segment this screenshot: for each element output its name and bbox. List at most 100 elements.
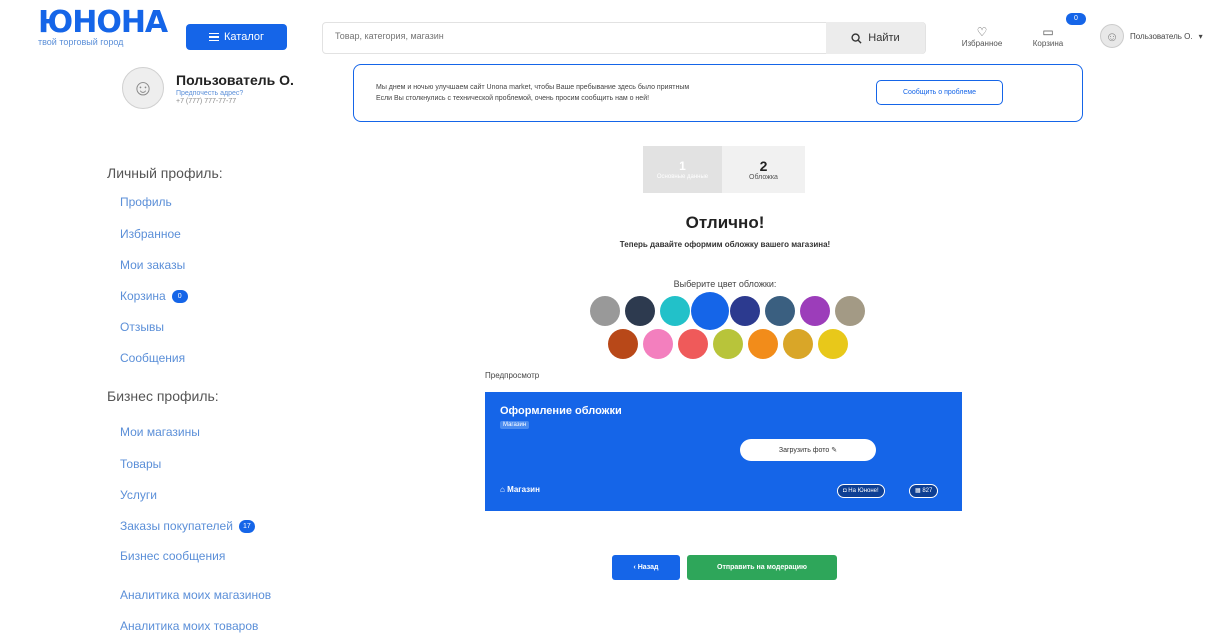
- catalog-label: Каталог: [224, 31, 264, 43]
- back-button[interactable]: ‹ Назад: [612, 555, 680, 580]
- step-2-label: Обложка: [749, 173, 778, 181]
- favorites-link[interactable]: ♡ Избранное: [952, 25, 1012, 49]
- sidebar-item-label: Корзина: [120, 289, 166, 303]
- business-profile-title: Бизнес профиль:: [107, 388, 219, 404]
- search-button[interactable]: Найти: [826, 22, 925, 54]
- sidebar-item-label: Услуги: [120, 488, 157, 502]
- menu-icon: [209, 33, 219, 41]
- step-2: 2 Обложка: [722, 146, 805, 193]
- cover-pill-on-unona: ◘ На Юноне!: [837, 484, 885, 498]
- sidebar-item-label: Отзывы: [120, 320, 164, 334]
- color-swatch[interactable]: [835, 296, 865, 326]
- paperclip-icon: ✎: [829, 447, 838, 454]
- cover-pill-count: ▦ 827: [909, 484, 939, 498]
- color-swatch[interactable]: [691, 292, 729, 330]
- sidebar-item-product-analytics[interactable]: Аналитика моих товаров: [120, 619, 258, 633]
- notice-banner: Мы днем и ночью улучшаем сайт Unona mark…: [353, 64, 1083, 122]
- user-menu[interactable]: ☺ Пользователь О. ▾: [1100, 24, 1203, 48]
- cover-tag: Магазин: [500, 421, 530, 429]
- notice-line-2: Если Вы столкнулись с технической пробле…: [376, 95, 650, 102]
- color-swatch[interactable]: [608, 329, 638, 359]
- sidebar-item-profile[interactable]: Профиль: [120, 195, 172, 209]
- color-swatch[interactable]: [748, 329, 778, 359]
- cover-pill-text: На Юноне!: [848, 488, 879, 494]
- color-picker-label: Выберите цвет обложки:: [673, 279, 777, 289]
- page: ЮНОНА твой торговый город Каталог Найти …: [0, 0, 1218, 635]
- search-icon: [851, 32, 862, 44]
- sidebar-item-label: Сообщения: [120, 351, 186, 365]
- cover-shop-text: Магазин: [507, 485, 540, 494]
- customer-orders-badge: 17: [238, 519, 255, 533]
- sidebar-item-cart[interactable]: Корзина 0: [120, 289, 188, 303]
- sidebar-item-label: Бизнес сообщения: [120, 549, 226, 563]
- sidebar-item-label: Аналитика моих товаров: [120, 619, 259, 633]
- sidebar-item-my-shops[interactable]: Мои магазины: [120, 425, 200, 439]
- profile-name: Пользователь О.: [176, 71, 294, 88]
- sidebar-item-customer-orders[interactable]: Заказы покупателей 17: [120, 519, 255, 533]
- grid-icon: ▦: [915, 488, 921, 494]
- cover-preview: Оформление обложки Магазин Загрузить фот…: [485, 392, 962, 511]
- sidebar-item-messages[interactable]: Сообщения: [120, 351, 185, 365]
- cart-badge: 0: [171, 289, 188, 303]
- color-swatch[interactable]: [625, 296, 655, 326]
- user-name: Пользователь О.: [1130, 31, 1193, 41]
- sidebar-item-label: Заказы покупателей: [120, 519, 233, 533]
- sidebar-item-label: Аналитика моих магазинов: [120, 588, 272, 602]
- catalog-button[interactable]: Каталог: [186, 24, 287, 50]
- cart-icon: ▭: [1042, 25, 1054, 39]
- sidebar-item-reviews[interactable]: Отзывы: [120, 320, 164, 334]
- camera-icon: ◘: [843, 488, 847, 494]
- page-title: Отлично!: [685, 213, 765, 232]
- report-problem-button[interactable]: Сообщить о проблеме: [876, 80, 1003, 105]
- profile-subtitle-link[interactable]: Предпочесть адрес?: [176, 90, 294, 97]
- color-swatch[interactable]: [590, 296, 620, 326]
- cover-title: Оформление обложки: [500, 405, 622, 417]
- color-swatch[interactable]: [783, 329, 813, 359]
- sidebar-item-shop-analytics[interactable]: Аналитика моих магазинов: [120, 588, 271, 602]
- step-1[interactable]: 1 Основные данные: [643, 146, 722, 193]
- step-1-label: Основные данные: [656, 173, 709, 180]
- page-subtitle: Теперь давайте оформим обложку вашего ма…: [619, 240, 831, 249]
- search-input[interactable]: [335, 31, 815, 41]
- notice-text: Мы днем и ночью улучшаем сайт Unona mark…: [376, 82, 836, 104]
- color-swatch[interactable]: [678, 329, 708, 359]
- cart-count-badge: 0: [1066, 13, 1086, 25]
- preview-label: Предпросмотр: [485, 371, 540, 380]
- color-swatch[interactable]: [660, 296, 690, 326]
- color-swatch[interactable]: [643, 329, 673, 359]
- profile-avatar[interactable]: ☺: [122, 67, 164, 109]
- heart-icon: ♡: [976, 25, 988, 39]
- step-1-number: 1: [679, 158, 686, 173]
- sidebar-item-label: Мои заказы: [120, 258, 186, 272]
- personal-profile-title: Личный профиль:: [107, 165, 223, 181]
- color-swatch[interactable]: [800, 296, 830, 326]
- favorites-label: Избранное: [961, 39, 1003, 48]
- notice-line-1: Мы днем и ночью улучшаем сайт Unona mark…: [376, 84, 690, 91]
- wizard-steps: 1 Основные данные 2 Обложка: [643, 146, 805, 193]
- sidebar-item-orders[interactable]: Мои заказы: [120, 258, 185, 272]
- color-swatch[interactable]: [765, 296, 795, 326]
- profile-card: ☺ Пользователь О. Предпочесть адрес? +7 …: [122, 67, 294, 109]
- sidebar-item-services[interactable]: Услуги: [120, 488, 157, 502]
- shop-icon: ⌂: [500, 485, 505, 494]
- color-swatch[interactable]: [818, 329, 848, 359]
- upload-photo-button[interactable]: Загрузить фото ✎: [740, 439, 876, 461]
- upload-photo-label: Загрузить фото: [778, 446, 830, 454]
- cover-shop-label: ⌂ Магазин: [500, 485, 540, 494]
- logo[interactable]: ЮНОНА твой торговый город: [38, 5, 168, 48]
- step-2-number: 2: [759, 157, 768, 174]
- send-to-moderation-button[interactable]: Отправить на модерацию: [687, 555, 837, 580]
- cart-label: Корзина: [1032, 39, 1064, 48]
- cart-link[interactable]: ▭ Корзина: [1018, 25, 1078, 49]
- header: ЮНОНА твой торговый город Каталог Найти …: [0, 0, 1218, 60]
- color-swatch[interactable]: [730, 296, 760, 326]
- sidebar-item-business-messages[interactable]: Бизнес сообщения: [120, 549, 225, 563]
- chevron-down-icon: ▾: [1198, 31, 1203, 41]
- search-bar: Найти: [322, 22, 926, 54]
- logo-text: ЮНОНА: [38, 5, 168, 40]
- search-button-label: Найти: [868, 32, 900, 44]
- sidebar-item-label: Мои магазины: [120, 425, 200, 439]
- color-swatch[interactable]: [713, 329, 743, 359]
- sidebar-item-products[interactable]: Товары: [120, 457, 161, 471]
- sidebar-item-label: Профиль: [120, 195, 172, 209]
